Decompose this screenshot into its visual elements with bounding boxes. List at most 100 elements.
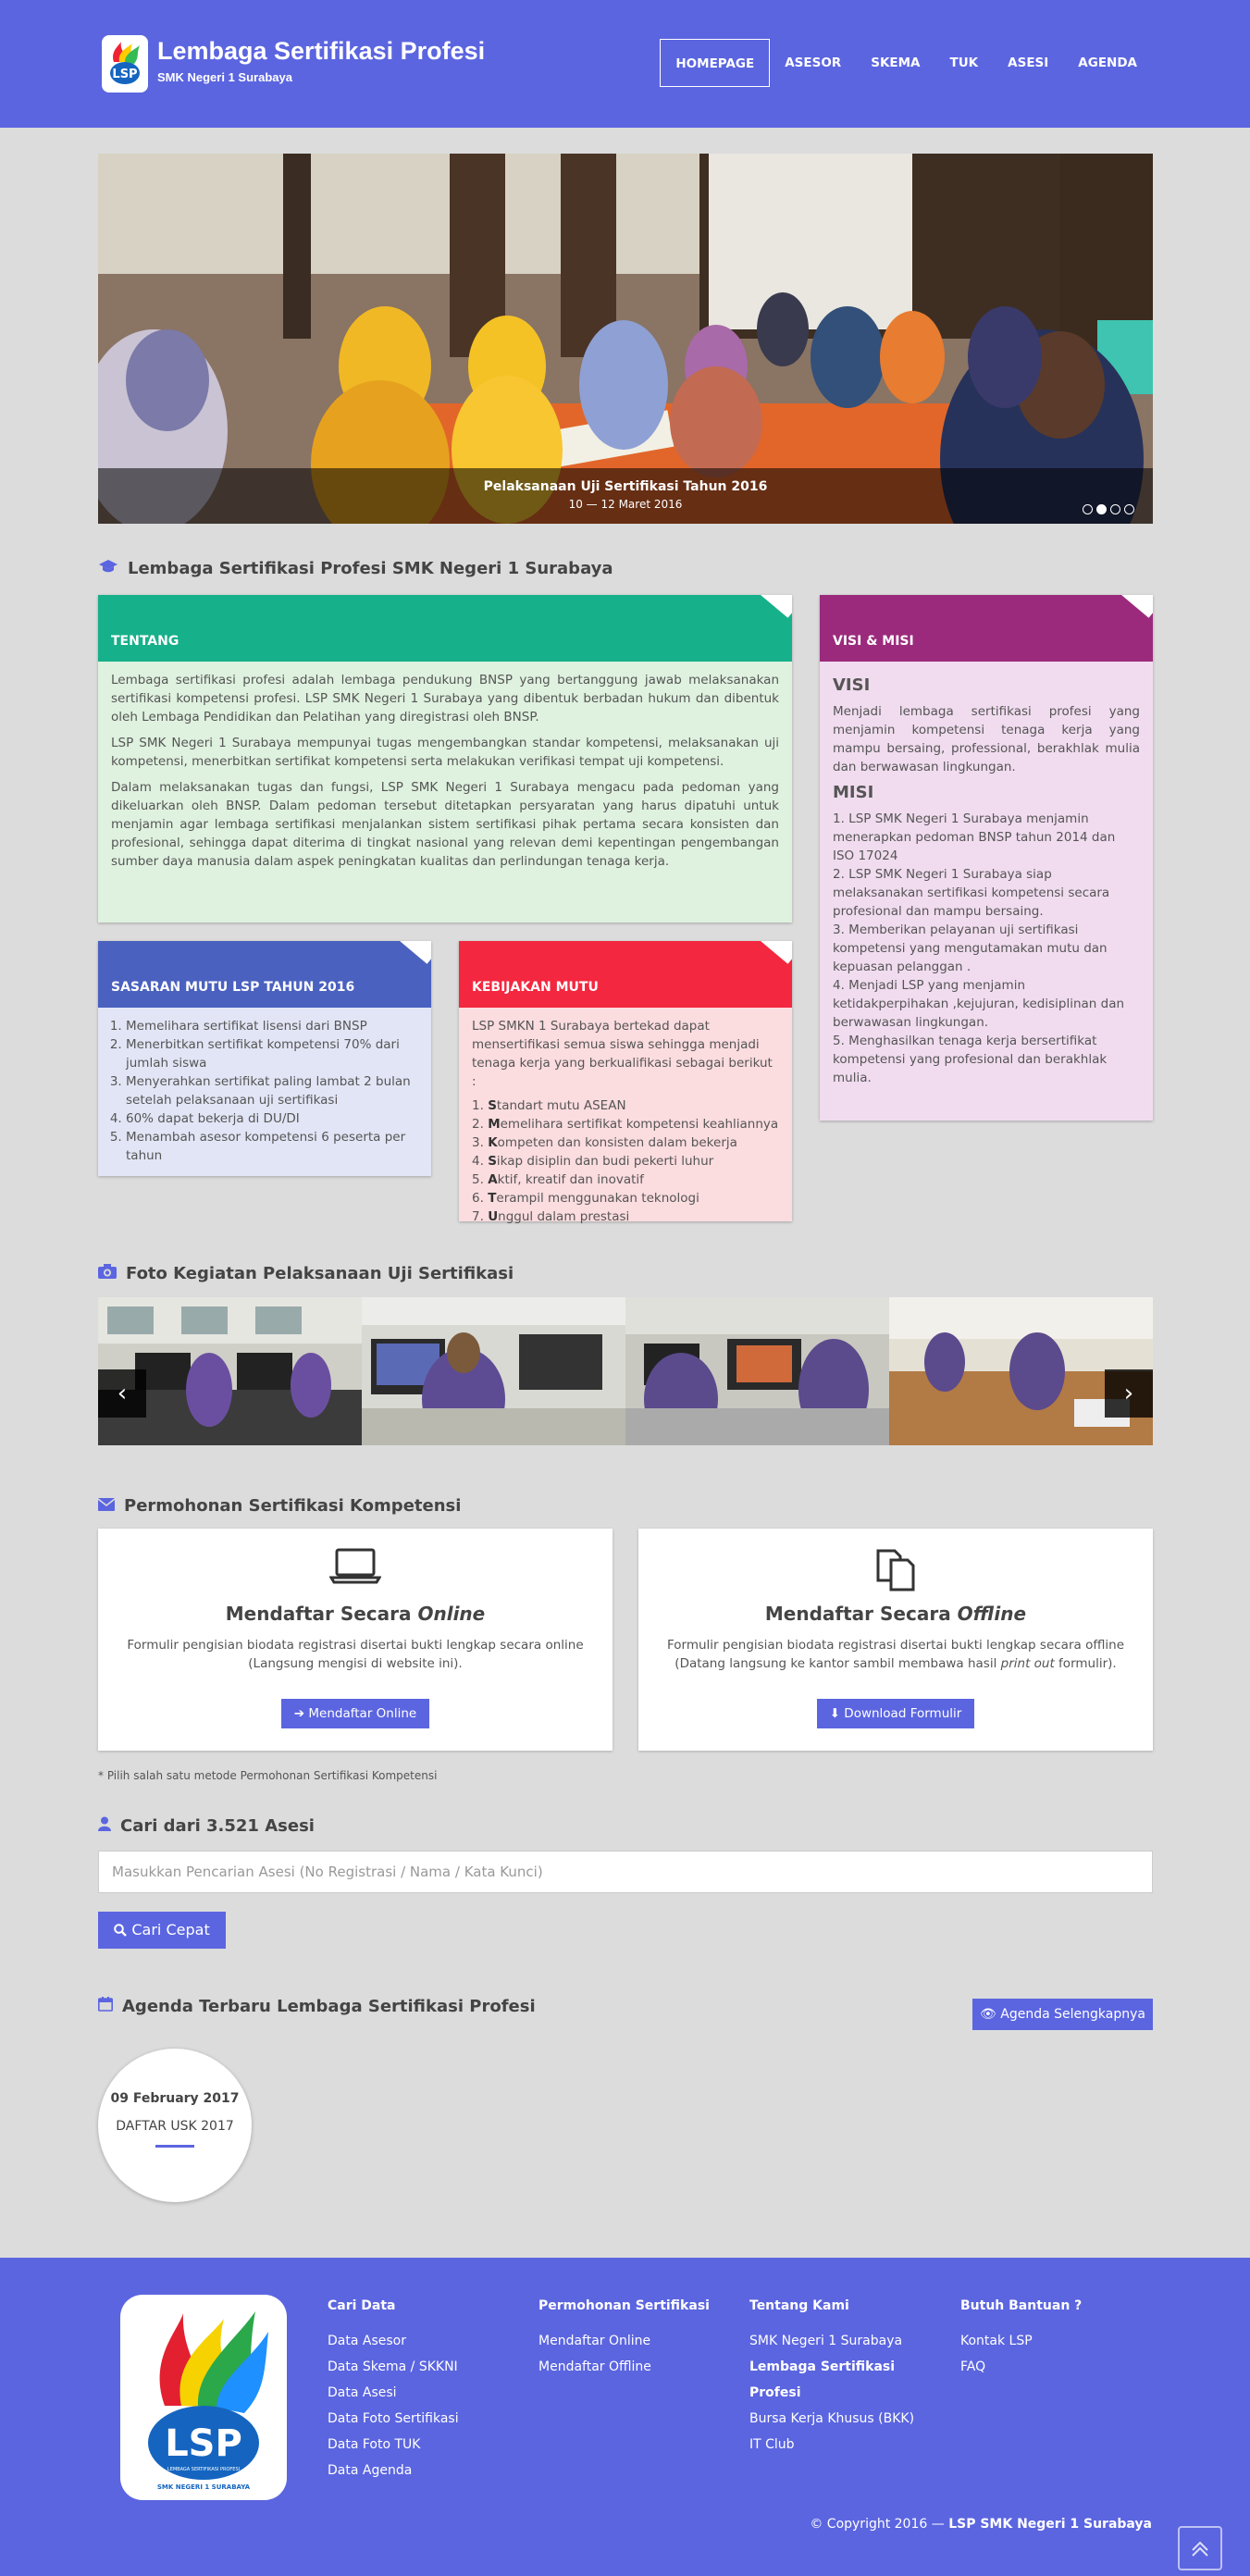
visi-misi-card: VISI & MISI VISI Menjadi lembaga sertifi… [820, 595, 1153, 1121]
site-footer: LSP LEMBAGA SERTIFIKASI PROFESI SMK NEGE… [0, 2258, 1250, 2576]
svg-text:SMK NEGERI 1 SURABAYA: SMK NEGERI 1 SURABAYA [157, 2483, 251, 2491]
kebijakan-intro: LSP SMKN 1 Surabaya bertekad dapat mense… [472, 1019, 773, 1089]
footer-col-heading: Butuh Bantuan ? [960, 2298, 1083, 2313]
gallery-photo[interactable] [625, 1297, 889, 1445]
misi-heading: MISI [833, 783, 874, 802]
misi-item: 5. Menghasilkan tenaga kerja bersertifik… [833, 1034, 1108, 1085]
nav-tuk[interactable]: TUK [935, 39, 994, 87]
footer-link[interactable]: Mendaftar Online [538, 2328, 724, 2354]
sasaran-body: Memelihara sertifikat lisensi dari BNSP … [98, 1008, 431, 1178]
daftar-online-button[interactable]: ➔ Mendaftar Online [280, 1699, 430, 1728]
footer-col-heading: Permohonan Sertifikasi [538, 2298, 710, 2313]
visi-misi-title: VISI & MISI [820, 595, 1153, 662]
hero-slider[interactable]: Pelaksanaan Uji Sertifikasi Tahun 2016 1… [98, 154, 1153, 524]
kebijakan-item: 3. Kompeten dan konsisten dalam bekerja [472, 1135, 737, 1150]
slider-dot-active[interactable] [1096, 504, 1107, 514]
kebijakan-card: KEBIJAKAN MUTU LSP SMKN 1 Surabaya berte… [459, 941, 792, 1224]
camera-icon [98, 1264, 117, 1283]
site-header: LSP Lembaga Sertifikasi Profesi SMK Nege… [0, 0, 1250, 128]
permohonan-note: * Pilih salah satu metode Permohonan Ser… [98, 1769, 438, 1782]
user-icon [98, 1816, 111, 1836]
footer-link[interactable]: Kontak LSP [960, 2328, 1145, 2354]
cari-cepat-button[interactable]: Cari Cepat [98, 1912, 226, 1949]
tentang-paragraph: LSP SMK Negeri 1 Surabaya mempunyai tuga… [111, 736, 779, 769]
agenda-heading: Agenda Terbaru Lembaga Sertifikasi Profe… [98, 1997, 536, 2016]
sasaran-item: Menambah asesor kompetensi 6 peserta per… [126, 1128, 418, 1165]
footer-link[interactable]: SMK Negeri 1 Surabaya [749, 2328, 916, 2354]
site-logo[interactable]: LSP [102, 35, 148, 93]
agenda-item[interactable]: 09 February 2017 DAFTAR USK 2017 [98, 2049, 252, 2202]
online-registration-box: Mendaftar Secara Online Formulir pengisi… [98, 1529, 613, 1751]
kebijakan-item: 1. Standart mutu ASEAN [472, 1098, 626, 1113]
footer-col-heading: Cari Data [328, 2298, 396, 2313]
kebijakan-item: 5. Aktif, kreatif dan inovatif [472, 1172, 644, 1187]
footer-link[interactable]: Data Asesor [328, 2328, 513, 2354]
gallery-heading: Foto Kegiatan Pelaksanaan Uji Sertifikas… [98, 1264, 514, 1283]
svg-text:LSP: LSP [165, 2422, 242, 2465]
nav-asesor[interactable]: ASESOR [770, 39, 856, 87]
footer-link[interactable]: Data Agenda [328, 2458, 513, 2483]
laptop-icon [98, 1547, 613, 1591]
footer-link[interactable]: FAQ [960, 2354, 1145, 2380]
gallery-next-button[interactable]: › [1105, 1369, 1153, 1418]
footer-link[interactable]: IT Club [749, 2432, 916, 2458]
slider-dot[interactable] [1083, 504, 1093, 514]
footer-link[interactable]: Data Foto Sertifikasi [328, 2406, 513, 2432]
nav-agenda[interactable]: AGENDA [1063, 39, 1152, 87]
back-to-top-button[interactable] [1178, 2526, 1222, 2570]
footer-link[interactable]: Data Foto TUK [328, 2432, 513, 2458]
lsp-heading: Lembaga Sertifikasi Profesi SMK Negeri 1… [98, 559, 613, 578]
visi-heading: VISI [833, 675, 871, 695]
footer-col-tentang-kami: Tentang Kami SMK Negeri 1 Surabaya Lemba… [749, 2293, 916, 2458]
sasaran-item: Menyerahkan sertifikat paling lambat 2 b… [126, 1072, 418, 1109]
footer-logo: LSP LEMBAGA SERTIFIKASI PROFESI SMK NEGE… [120, 2295, 287, 2500]
footer-link[interactable]: Data Asesi [328, 2380, 513, 2406]
chevron-up-icon [1192, 2541, 1208, 2557]
kebijakan-body: LSP SMKN 1 Surabaya bertekad dapat mense… [459, 1008, 792, 1239]
footer-link[interactable]: Lembaga Sertifikasi Profesi [749, 2354, 916, 2406]
kebijakan-item: 6. Terampil menggunakan teknologi [472, 1191, 699, 1206]
sasaran-item: Memelihara sertifikat lisensi dari BNSP [126, 1017, 418, 1035]
offline-registration-box: Mendaftar Secara Offline Formulir pengis… [638, 1529, 1153, 1751]
permohonan-heading-text: Permohonan Sertifikasi Kompetensi [124, 1496, 462, 1516]
footer-col-permohonan: Permohonan Sertifikasi Mendaftar Online … [538, 2293, 724, 2380]
sasaran-item: 60% dapat bekerja di DU/DI [126, 1109, 418, 1128]
agenda-date: 09 February 2017 [110, 2091, 240, 2106]
nav-skema[interactable]: SKEMA [856, 39, 934, 87]
site-title[interactable]: Lembaga Sertifikasi Profesi [157, 37, 485, 66]
nav-homepage[interactable]: HOMEPAGE [660, 39, 771, 87]
footer-col-bantuan: Butuh Bantuan ? Kontak LSP FAQ [960, 2293, 1145, 2380]
slider-dot[interactable] [1124, 504, 1134, 514]
search-input[interactable]: Masukkan Pencarian Asesi (No Registrasi … [98, 1851, 1153, 1893]
agenda-heading-text: Agenda Terbaru Lembaga Sertifikasi Profe… [122, 1997, 536, 2016]
envelope-icon [97, 1497, 116, 1516]
footer-link[interactable]: Mendaftar Offline [538, 2354, 724, 2380]
photo-gallery[interactable] [98, 1297, 1153, 1445]
agenda-title: DAFTAR USK 2017 [116, 2119, 234, 2134]
tentang-card: TENTANG Lembaga sertifikasi profesi adal… [98, 595, 792, 923]
misi-item: 3. Memberikan pelayanan uji sertifikasi … [833, 923, 1108, 974]
tentang-title: TENTANG [98, 595, 792, 662]
footer-link[interactable]: Bursa Kerja Khusus (BKK) [749, 2406, 916, 2432]
offline-title: Mendaftar Secara Offline [764, 1603, 1027, 1625]
nav-asesi[interactable]: ASESI [993, 39, 1063, 87]
misi-item: 1. LSP SMK Negeri 1 Surabaya menjamin me… [833, 811, 1116, 863]
agenda-selengkapnya-button[interactable]: 👁 Agenda Selengkapnya [972, 1999, 1153, 2030]
slider-dot[interactable] [1110, 504, 1120, 514]
slider-caption: Pelaksanaan Uji Sertifikasi Tahun 2016 1… [98, 468, 1153, 524]
footer-col-heading: Tentang Kami [749, 2298, 849, 2313]
copyright: © Copyright 2016 — LSP SMK Negeri 1 Sura… [810, 2517, 1152, 2532]
gallery-photo[interactable] [362, 1297, 625, 1445]
kebijakan-title: KEBIJAKAN MUTU [459, 941, 792, 1008]
gallery-prev-button[interactable]: ‹ [98, 1369, 146, 1418]
sasaran-title: SASARAN MUTU LSP TAHUN 2016 [98, 941, 431, 1008]
download-formulir-button[interactable]: ⬇ Download Formulir [816, 1699, 975, 1728]
lsp-heading-text: Lembaga Sertifikasi Profesi SMK Negeri 1… [128, 559, 613, 578]
sasaran-item: Menerbitkan sertifikat kompetensi 70% da… [126, 1035, 418, 1072]
online-title: Mendaftar Secara Online [225, 1603, 486, 1625]
footer-link[interactable]: Data Skema / SKKNI [328, 2354, 513, 2380]
kebijakan-item: 2. Memelihara sertifikat kompetensi keah… [472, 1117, 779, 1132]
footer-col-cari-data: Cari Data Data Asesor Data Skema / SKKNI… [328, 2293, 513, 2483]
tentang-paragraph: Lembaga sertifikasi profesi adalah lemba… [111, 673, 779, 724]
main-nav: HOMEPAGE ASESOR SKEMA TUK ASESI AGENDA [660, 39, 1152, 87]
